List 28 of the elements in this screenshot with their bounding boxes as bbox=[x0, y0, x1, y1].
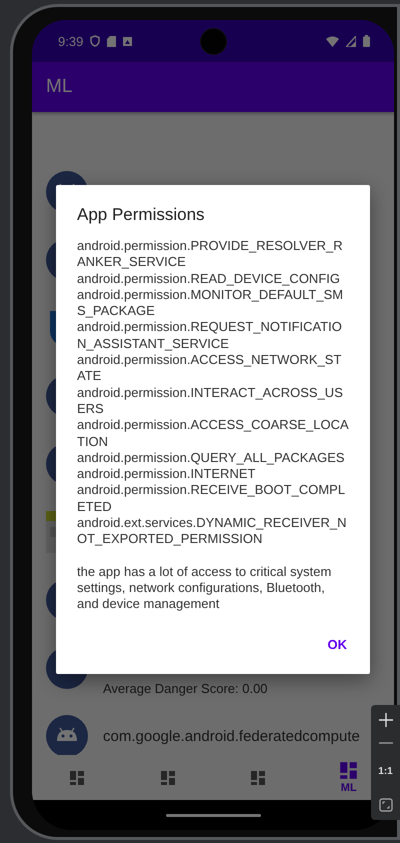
ok-button[interactable]: OK bbox=[320, 630, 355, 658]
image-icon bbox=[123, 36, 132, 46]
shield-icon bbox=[90, 35, 100, 47]
permission-text: android.ext.services.DYNAMIC_RECEIVER_NOT_EXPORTED_PERMISSION bbox=[77, 515, 348, 548]
permission-text: android.permission.INTERNET bbox=[77, 466, 256, 482]
actual-size-button[interactable]: 1:1 bbox=[374, 759, 398, 784]
zoom-in-icon[interactable] bbox=[378, 712, 392, 727]
permission-text: android.permission.READ_DEVICE_CONFIG bbox=[77, 270, 341, 287]
fit-screen-icon[interactable] bbox=[378, 798, 392, 812]
dialog-message: the app has a lot of access to critical system settings, network configurations, Bluetooth, and device management bbox=[77, 564, 332, 613]
wifi-icon bbox=[326, 36, 339, 46]
app-name: com.google.android.federatedcompute bbox=[103, 728, 360, 744]
battery-icon bbox=[363, 35, 370, 47]
home-indicator[interactable] bbox=[166, 814, 260, 816]
android-avatar-icon bbox=[46, 715, 88, 755]
dashboard-icon bbox=[160, 770, 176, 786]
dashboard-icon bbox=[250, 770, 266, 786]
zoom-out-icon[interactable] bbox=[378, 742, 392, 744]
camera-hole bbox=[200, 28, 227, 55]
danger-score: Average Danger Score: 0.00 bbox=[103, 680, 268, 696]
dashboard-icon bbox=[69, 770, 86, 786]
dialog-title: App Permissions bbox=[77, 205, 206, 225]
permission-text: android.permission.QUERY_ALL_PACKAGES bbox=[77, 450, 346, 466]
signal-icon bbox=[346, 36, 356, 46]
status-time: 9:39 bbox=[58, 34, 84, 48]
app-bar-title: ML bbox=[46, 76, 72, 98]
dashboard-icon bbox=[339, 761, 358, 780]
sd-card-icon bbox=[107, 36, 116, 46]
